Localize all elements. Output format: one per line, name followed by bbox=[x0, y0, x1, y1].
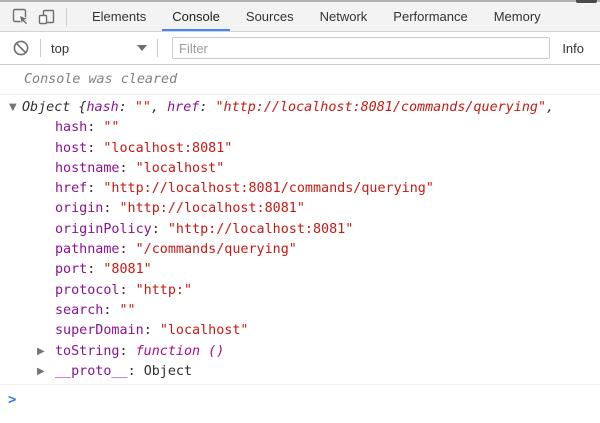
property-name: toString bbox=[55, 344, 120, 359]
toggle-device-toolbar-button[interactable] bbox=[34, 5, 60, 29]
property-name: port bbox=[55, 262, 87, 277]
property-colon: : bbox=[87, 181, 103, 196]
console-output: Console was cleared ▼Object {hash: "", h… bbox=[0, 65, 600, 408]
property-name: protocol bbox=[55, 283, 120, 298]
tab-console[interactable]: Console bbox=[162, 2, 230, 31]
expand-triangle-icon[interactable]: ▼ bbox=[9, 98, 17, 118]
property-value: "localhost" bbox=[160, 323, 249, 338]
inspect-cursor-icon bbox=[12, 8, 30, 26]
console-cleared-message: Console was cleared bbox=[0, 65, 600, 95]
preview-segment-string: "http://localhost:8081/commands/querying… bbox=[216, 100, 547, 115]
property-value: "/commands/querying" bbox=[136, 242, 297, 257]
inspect-element-button[interactable] bbox=[8, 5, 34, 29]
property-value: "localhost" bbox=[136, 161, 225, 176]
property-name: search bbox=[55, 303, 103, 318]
expand-triangle-icon[interactable]: ▶ bbox=[37, 362, 45, 382]
object-property-row: origin: "http://localhost:8081" bbox=[0, 199, 600, 219]
property-colon: : bbox=[87, 141, 103, 156]
property-colon: : bbox=[103, 303, 119, 318]
property-value: "8081" bbox=[103, 262, 151, 277]
property-value: Object bbox=[144, 364, 192, 379]
clear-console-icon bbox=[12, 39, 30, 57]
property-value: "" bbox=[103, 120, 119, 135]
property-name: origin bbox=[55, 201, 103, 216]
property-colon: : bbox=[87, 120, 103, 135]
expand-triangle-icon[interactable]: ▶ bbox=[37, 342, 45, 362]
preview-segment-name: href bbox=[167, 100, 199, 115]
toolbar-separator bbox=[157, 39, 158, 57]
tab-strip: ElementsConsoleSourcesNetworkPerformance… bbox=[79, 2, 554, 31]
property-colon: : bbox=[120, 242, 136, 257]
object-property-row: host: "localhost:8081" bbox=[0, 139, 600, 159]
object-preview-line[interactable]: ▼ Object {hash: "", href: "http://localho… bbox=[0, 98, 600, 118]
console-log-entry: ▼Object {hash: "", href: "http://localho… bbox=[0, 95, 600, 385]
toolbar-separator bbox=[40, 39, 41, 57]
execution-context-selector[interactable]: top bbox=[47, 41, 151, 56]
preview-segment-plain: , bbox=[546, 100, 554, 115]
console-prompt-icon: > bbox=[8, 392, 16, 408]
object-property-row: href: "http://localhost:8081/commands/qu… bbox=[0, 179, 600, 199]
object-property-row[interactable]: ▶ __proto__: Object bbox=[0, 362, 600, 382]
tab-sources[interactable]: Sources bbox=[236, 2, 304, 31]
preview-segment-plain: Object { bbox=[22, 100, 87, 115]
preview-segment-plain: : bbox=[119, 100, 135, 115]
property-name: hash bbox=[55, 120, 87, 135]
property-colon: : bbox=[144, 323, 160, 338]
property-colon: : bbox=[120, 161, 136, 176]
console-input-row[interactable]: > bbox=[0, 385, 600, 408]
property-value: "" bbox=[120, 303, 136, 318]
property-colon: : bbox=[128, 364, 144, 379]
object-property-row: hash: "" bbox=[0, 118, 600, 138]
preview-segment-string: "" bbox=[135, 100, 151, 115]
property-name: __proto__ bbox=[55, 364, 128, 379]
preview-segment-plain: , bbox=[151, 100, 167, 115]
console-filter-input[interactable] bbox=[172, 37, 550, 59]
preview-segment-plain: : bbox=[199, 100, 215, 115]
execution-context-label: top bbox=[51, 41, 69, 56]
object-property-row: superDomain: "localhost" bbox=[0, 321, 600, 341]
console-toolbar: top Info bbox=[0, 32, 600, 65]
property-name: hostname bbox=[55, 161, 120, 176]
property-value: "localhost:8081" bbox=[103, 141, 232, 156]
object-preview-text: Object {hash: "", href: "http://localhos… bbox=[22, 100, 554, 115]
object-property-row: pathname: "/commands/querying" bbox=[0, 240, 600, 260]
chevron-down-icon bbox=[137, 45, 147, 51]
property-name: originPolicy bbox=[55, 222, 152, 237]
object-property-row: port: "8081" bbox=[0, 260, 600, 280]
tab-memory[interactable]: Memory bbox=[484, 2, 551, 31]
property-colon: : bbox=[152, 222, 168, 237]
log-level-filter[interactable]: Info bbox=[562, 41, 584, 56]
tab-bar-icons bbox=[0, 2, 73, 31]
object-property-row: search: "" bbox=[0, 301, 600, 321]
devtools-window: ElementsConsoleSourcesNetworkPerformance… bbox=[0, 0, 600, 423]
clear-console-button[interactable] bbox=[8, 36, 34, 60]
property-colon: : bbox=[103, 201, 119, 216]
property-colon: : bbox=[120, 283, 136, 298]
tab-elements[interactable]: Elements bbox=[82, 2, 156, 31]
property-value: "http://localhost:8081/commands/querying… bbox=[103, 181, 434, 196]
toolbar-separator bbox=[66, 8, 67, 26]
object-property-list: hash: ""host: "localhost:8081"hostname: … bbox=[0, 118, 600, 382]
property-name: href bbox=[55, 181, 87, 196]
device-toolbar-icon bbox=[38, 8, 56, 26]
property-value: "http://localhost:8081" bbox=[168, 222, 353, 237]
object-property-row[interactable]: ▶ toString: function () bbox=[0, 342, 600, 362]
preview-segment-name: hash bbox=[87, 100, 119, 115]
property-name: pathname bbox=[55, 242, 120, 257]
devtools-tab-bar: ElementsConsoleSourcesNetworkPerformance… bbox=[0, 0, 600, 32]
tab-network[interactable]: Network bbox=[310, 2, 378, 31]
object-property-row: originPolicy: "http://localhost:8081" bbox=[0, 220, 600, 240]
property-value: "http:" bbox=[136, 283, 192, 298]
property-value: "http://localhost:8081" bbox=[120, 201, 305, 216]
tab-performance[interactable]: Performance bbox=[383, 2, 477, 31]
scrollbar-remnant bbox=[576, 0, 597, 3]
property-colon: : bbox=[87, 262, 103, 277]
property-colon: : bbox=[120, 344, 136, 359]
object-property-row: hostname: "localhost" bbox=[0, 159, 600, 179]
property-value: function () bbox=[136, 344, 225, 359]
object-property-row: protocol: "http:" bbox=[0, 281, 600, 301]
property-name: host bbox=[55, 141, 87, 156]
property-name: superDomain bbox=[55, 323, 144, 338]
